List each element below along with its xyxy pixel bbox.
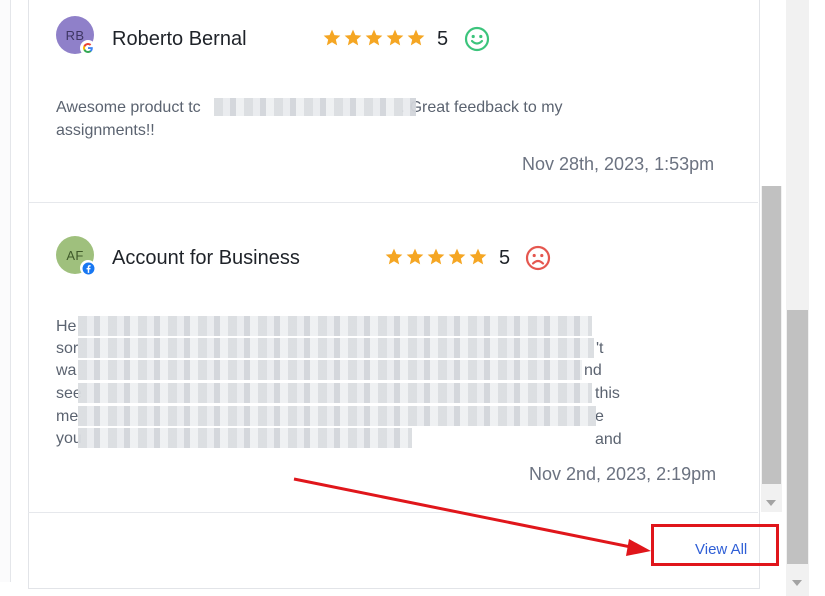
sad-face-icon xyxy=(525,245,551,271)
review-text-line: sor xyxy=(56,340,79,357)
star-icon xyxy=(323,29,341,46)
reviewer-name: Roberto Bernal xyxy=(112,28,247,50)
reviewer-name: Account for Business xyxy=(112,247,300,269)
review-text-line: me xyxy=(56,408,79,425)
footer-divider xyxy=(28,512,758,513)
star-icon xyxy=(344,29,362,46)
facebook-icon xyxy=(81,261,95,275)
star-icon xyxy=(469,248,487,265)
review-item: RB Roberto Bernal 5 Awesome product tc . … xyxy=(56,0,736,200)
review-text-end: . Great feedback to my xyxy=(400,99,563,116)
page-scrollbar[interactable] xyxy=(786,0,809,596)
redacted-text xyxy=(214,98,416,116)
star-icon xyxy=(406,248,424,265)
scroll-down-arrow-icon[interactable] xyxy=(766,500,776,506)
review-text-line: this xyxy=(595,385,620,402)
list-scrollbar-thumb[interactable] xyxy=(762,186,781,484)
scroll-down-arrow-icon[interactable] xyxy=(792,580,802,586)
avatar-initials: AF xyxy=(66,247,84,263)
star-icon xyxy=(386,29,404,46)
redacted-text xyxy=(78,428,412,448)
review-text-line: 't xyxy=(596,340,604,357)
review-text-line: nd xyxy=(584,362,602,379)
star-rating xyxy=(322,28,426,48)
redacted-text xyxy=(78,316,592,336)
star-icon xyxy=(427,248,445,265)
review-text-line: assignments!! xyxy=(56,122,155,139)
review-text-line: He xyxy=(56,318,77,335)
rating-value: 5 xyxy=(437,28,449,50)
star-icon xyxy=(385,248,403,265)
redacted-text xyxy=(78,338,594,358)
review-text-line: e and xyxy=(595,408,622,448)
google-icon xyxy=(81,41,95,55)
list-scrollbar[interactable] xyxy=(761,186,782,512)
review-text-start: Awesome product tc xyxy=(56,99,201,116)
redacted-text xyxy=(78,406,596,426)
redacted-text xyxy=(78,383,592,403)
avatar-initials: RB xyxy=(65,27,85,43)
view-all-link[interactable]: View All xyxy=(695,541,747,558)
star-rating xyxy=(384,247,488,267)
page-scrollbar-thumb[interactable] xyxy=(787,310,808,564)
star-icon xyxy=(407,29,425,46)
smiley-face-icon xyxy=(464,26,490,52)
review-item: AF Account for Business 5 He sor 't wa n… xyxy=(56,203,736,513)
redacted-text xyxy=(78,360,582,380)
star-icon xyxy=(365,29,383,46)
review-date: Nov 2nd, 2023, 2:19pm xyxy=(529,464,717,484)
page-left-edge xyxy=(0,0,11,582)
star-icon xyxy=(448,248,466,265)
review-date: Nov 28th, 2023, 1:53pm xyxy=(522,154,715,174)
rating-value: 5 xyxy=(499,247,511,269)
review-text-line: wa xyxy=(56,362,77,379)
